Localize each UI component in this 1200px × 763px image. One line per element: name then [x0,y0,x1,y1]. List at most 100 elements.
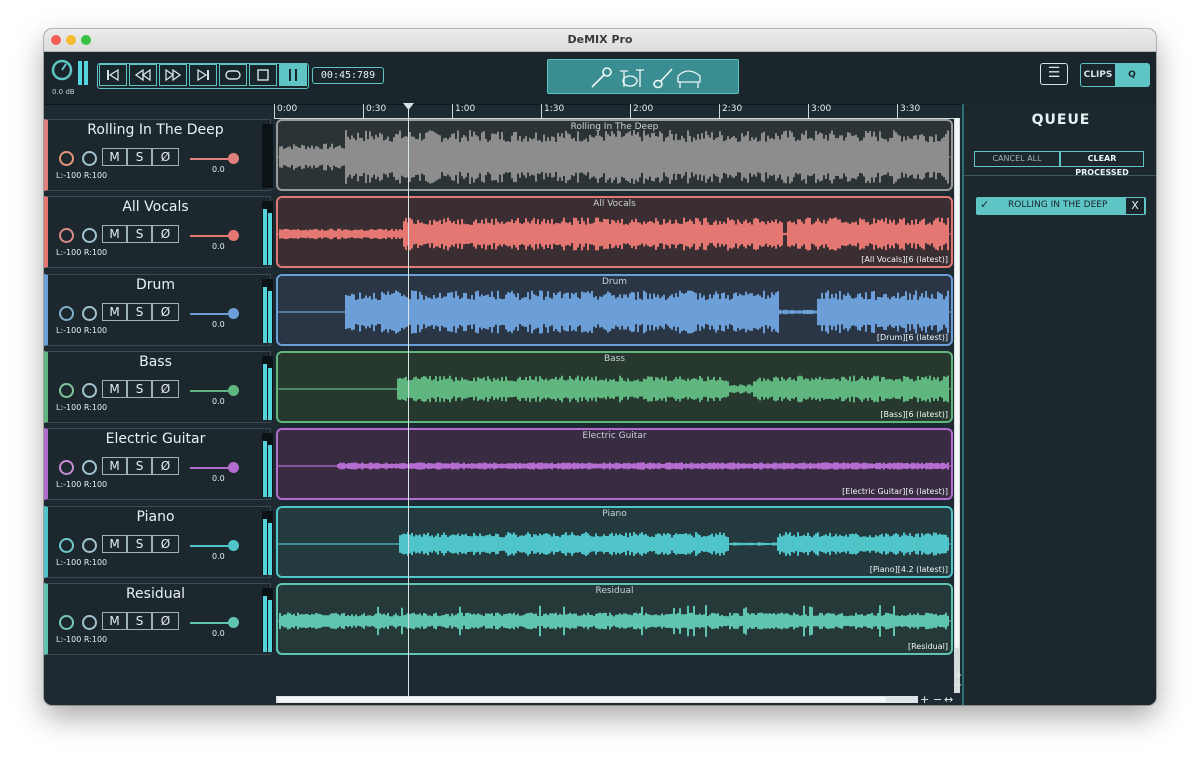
zoom-out-button[interactable]: − [933,693,942,705]
loop-button[interactable] [219,64,247,86]
volume-readout: 0.0 [212,397,225,406]
menu-button[interactable]: ☰ [1040,63,1068,85]
phase-invert-button[interactable]: Ø [152,148,179,166]
zoom-fit-button[interactable]: ↔ [944,693,953,705]
pause-button[interactable] [279,64,307,86]
phase-invert-button[interactable]: Ø [152,457,179,475]
pan-knob[interactable] [82,306,97,321]
solo-button[interactable]: S [127,612,152,630]
track-header[interactable]: Drum M S Ø L:-100 R:100 0.0 [44,274,273,346]
volume-fader-handle[interactable] [228,153,239,164]
rewind-button[interactable] [129,64,157,86]
gain-knob[interactable] [59,460,74,475]
gain-knob[interactable] [59,383,74,398]
ruler-tick: 3:00 [808,104,831,118]
phase-invert-button[interactable]: Ø [152,612,179,630]
solo-button[interactable]: S [127,225,152,243]
zoom-in-button[interactable]: + [920,693,929,705]
clear-processed-button[interactable]: CLEAR PROCESSED [1060,151,1144,177]
mute-button[interactable]: M [102,303,127,321]
level-meter-right [268,445,272,497]
horizontal-scrollbar[interactable] [276,696,918,703]
waveform-lane[interactable]: Residual [Residual] [276,583,953,655]
track-header[interactable]: Residual M S Ø L:-100 R:100 0.0 [44,583,273,655]
gain-knob[interactable] [59,306,74,321]
instrument-selector[interactable] [547,59,739,94]
solo-button[interactable]: S [127,148,152,166]
volume-fader-handle[interactable] [228,385,239,396]
queue-item[interactable]: ✓ ROLLING IN THE DEEP X [976,197,1146,215]
vertical-scroll-thumb[interactable] [955,118,959,648]
gain-knob[interactable] [59,538,74,553]
mute-button[interactable]: M [102,457,127,475]
volume-fader-handle[interactable] [228,308,239,319]
queue-toggle[interactable]: Q [1115,64,1149,86]
mute-button[interactable]: M [102,535,127,553]
cancel-all-button[interactable]: CANCEL ALL [974,151,1060,167]
waveform-lane[interactable]: Rolling In The Deep [276,119,953,191]
window-title: DeMIX Pro [567,33,633,46]
rewind-icon [135,69,151,81]
mute-button[interactable]: M [102,380,127,398]
phase-invert-button[interactable]: Ø [152,535,179,553]
clips-toggle[interactable]: CLIPS [1081,64,1115,86]
zoom-window-button[interactable] [81,35,91,45]
track-name: Residual [125,586,186,602]
vertical-scrollbar[interactable] [954,118,960,693]
gain-knob[interactable] [59,228,74,243]
track-header[interactable]: Rolling In The Deep M S Ø L:-100 R:100 0… [44,119,273,191]
horizontal-scroll-thumb[interactable] [278,697,886,702]
phase-invert-button[interactable]: Ø [152,225,179,243]
pan-knob[interactable] [82,151,97,166]
master-volume-knob[interactable] [51,59,73,81]
stop-button[interactable] [249,64,277,86]
go-to-start-button[interactable] [99,64,127,86]
track-name: Drum [135,277,176,293]
timecode-display: 00:45:789 [312,67,384,84]
waveform-lane[interactable]: Electric Guitar [Electric Guitar][6 (lat… [276,428,953,500]
volume-fader-handle[interactable] [228,230,239,241]
lane-label: Electric Guitar [582,431,647,441]
waveform-lane[interactable]: Piano [Piano][4.2 (latest)] [276,506,953,578]
pan-readout: L:-100 R:100 [56,635,108,644]
ruler-tick: 1:30 [541,104,564,118]
phase-invert-button[interactable]: Ø [152,380,179,398]
waveform-lane[interactable]: All Vocals [All Vocals][6 (latest)] [276,196,953,268]
pan-knob[interactable] [82,460,97,475]
playhead[interactable] [403,103,414,697]
waveform-lane[interactable]: Bass [Bass][6 (latest)] [276,351,953,423]
pan-knob[interactable] [82,383,97,398]
mute-button[interactable]: M [102,612,127,630]
volume-fader-handle[interactable] [228,462,239,473]
solo-button[interactable]: S [127,457,152,475]
pan-knob[interactable] [82,538,97,553]
volume-fader-handle[interactable] [228,540,239,551]
level-meter [262,511,273,575]
gain-knob[interactable] [59,151,74,166]
waveform-lane[interactable]: Drum [Drum][6 (latest)] [276,274,953,346]
mute-button[interactable]: M [102,148,127,166]
volume-fader-handle[interactable] [228,617,239,628]
go-to-end-button[interactable] [189,64,217,86]
ruler-tick: 1:00 [452,104,475,118]
track-header[interactable]: Piano M S Ø L:-100 R:100 0.0 [44,506,273,578]
stop-icon [257,69,269,81]
pan-knob[interactable] [82,615,97,630]
queue-item-remove-button[interactable]: X [1126,198,1144,214]
gain-knob[interactable] [59,615,74,630]
solo-button[interactable]: S [127,535,152,553]
fast-forward-button[interactable] [159,64,187,86]
mute-button[interactable]: M [102,225,127,243]
pan-knob[interactable] [82,228,97,243]
minimize-window-button[interactable] [66,35,76,45]
close-window-button[interactable] [51,35,61,45]
track-name: Piano [136,509,175,525]
phase-invert-button[interactable]: Ø [152,303,179,321]
track-header[interactable]: Electric Guitar M S Ø L:-100 R:100 0.0 [44,428,273,500]
drum-kit-icon [620,69,644,87]
track-header[interactable]: Bass M S Ø L:-100 R:100 0.0 [44,351,273,423]
solo-button[interactable]: S [127,303,152,321]
timeline-ruler[interactable]: 0:00 0:30 1:00 1:30 2:00 2:30 3:00 3:30 [274,104,954,119]
solo-button[interactable]: S [127,380,152,398]
track-header[interactable]: All Vocals M S Ø L:-100 R:100 0.0 [44,196,273,268]
